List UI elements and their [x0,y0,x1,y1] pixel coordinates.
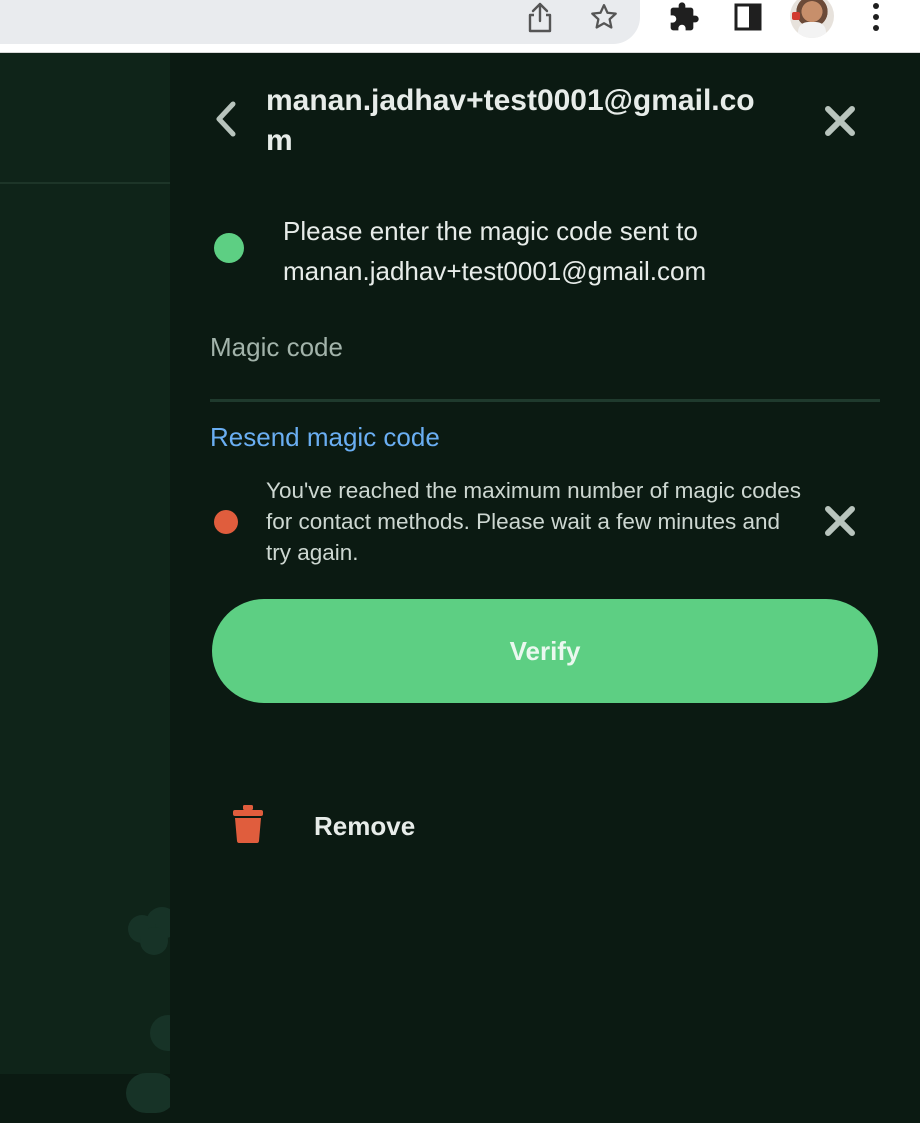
background-app-pane [0,53,170,1113]
resend-magic-code-link[interactable]: Resend magic code [210,417,440,457]
remove-label: Remove [314,811,416,841]
magic-code-field[interactable] [210,313,880,402]
divider [0,182,170,184]
magic-code-input[interactable] [210,325,870,369]
remove-button[interactable]: Remove [230,798,630,854]
background-illustration [126,907,170,1113]
dismiss-error-button[interactable] [820,501,860,541]
extensions-icon[interactable] [666,0,702,34]
error-message: You've reached the maximum number of mag… [214,475,864,567]
close-icon [825,106,855,136]
close-button[interactable] [818,99,862,143]
error-dot-icon [214,510,238,534]
back-button[interactable] [208,99,244,139]
close-icon [825,506,855,536]
chevron-left-icon [216,101,236,137]
contact-method-panel: manan.jadhav+test0001@gmail.com Please e… [170,53,920,1074]
bookmark-star-icon[interactable] [586,0,622,34]
error-message-text: You've reached the maximum number of mag… [266,478,801,565]
info-dot-icon [214,233,244,263]
page-title: manan.jadhav+test0001@gmail.com [266,84,755,157]
profile-avatar[interactable] [790,0,834,38]
share-icon[interactable] [522,0,558,34]
browser-toolbar [0,0,920,53]
verify-button[interactable]: Verify [212,599,878,703]
more-menu-icon[interactable] [858,0,894,34]
trash-icon [233,805,263,843]
info-message-text: Please enter the magic code sent to mana… [283,216,707,286]
side-panel-icon[interactable] [730,0,766,34]
